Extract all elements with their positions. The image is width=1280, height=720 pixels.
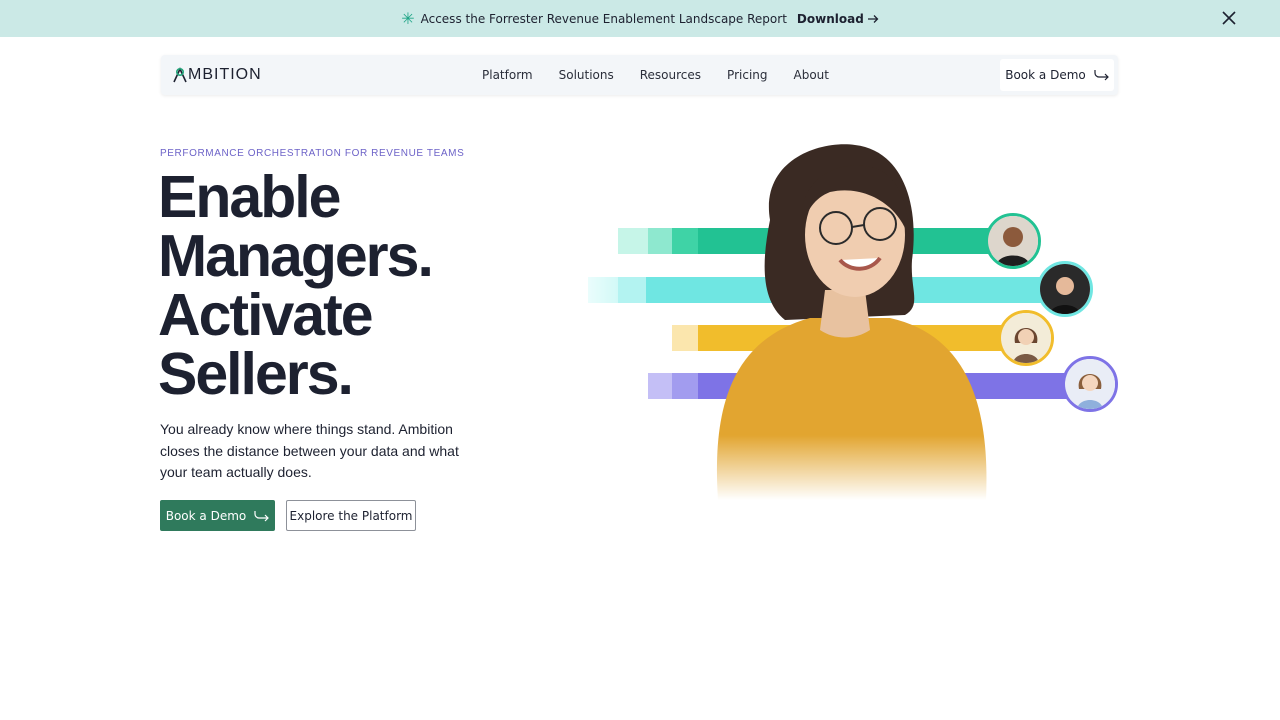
nav-item-platform[interactable]: Platform [482,68,533,82]
close-icon[interactable] [1220,9,1238,27]
logo-a-mark [173,67,187,83]
book-demo-label: Book a Demo [165,508,247,523]
nav-book-demo-label: Book a Demo [1005,68,1086,82]
team-member-avatar [1037,261,1093,317]
curved-arrow-icon [254,510,270,521]
explore-platform-button[interactable]: Explore the Platform [286,500,416,531]
woman-avatar-icon [1065,359,1115,409]
nav-menu: Platform Solutions Resources Pricing Abo… [482,55,855,95]
ambition-logo[interactable]: MBITION [173,66,262,84]
headline-line: Managers. [158,223,434,289]
book-demo-button[interactable]: Book a Demo [160,500,275,531]
headline-line: Sellers. [158,341,354,407]
nav-item-solutions[interactable]: Solutions [559,68,614,82]
arrow-right-icon [867,14,879,23]
download-link[interactable]: Download [797,12,879,26]
nav-item-resources[interactable]: Resources [640,68,701,82]
woman-avatar-icon [1040,264,1090,314]
hero-eyebrow: PERFORMANCE ORCHESTRATION FOR REVENUE TE… [160,148,465,159]
team-member-avatar [985,213,1041,269]
woman-portrait [690,140,1010,500]
explore-platform-label: Explore the Platform [289,508,413,523]
main-nav: MBITION Platform Solutions Resources Pri… [161,55,1118,95]
download-link-label: Download [796,11,864,26]
team-member-avatar [998,310,1054,366]
headline-line: Enable [158,164,341,230]
nav-book-demo-button[interactable]: Book a Demo [1000,59,1114,91]
announcement-bar: ✳ Access the Forrester Revenue Enablemen… [0,0,1280,37]
man-avatar-icon [988,216,1038,266]
hero-subtext: You already know where things stand. Amb… [160,421,459,480]
nav-item-pricing[interactable]: Pricing [727,68,767,82]
woman-avatar-icon [1001,313,1051,363]
logo-text: MBITION [188,66,262,83]
team-member-avatar [1062,356,1118,412]
sparkle-icon: ✳ [401,8,415,28]
nav-item-about[interactable]: About [794,68,829,82]
announcement-text: Access the Forrester Revenue Enablement … [420,11,787,26]
hero-headline: Enable Managers. Activate Sellers. [158,164,434,407]
headline-line: Activate [158,282,374,348]
curved-arrow-icon [1094,70,1109,81]
hero-illustration [580,140,1140,510]
